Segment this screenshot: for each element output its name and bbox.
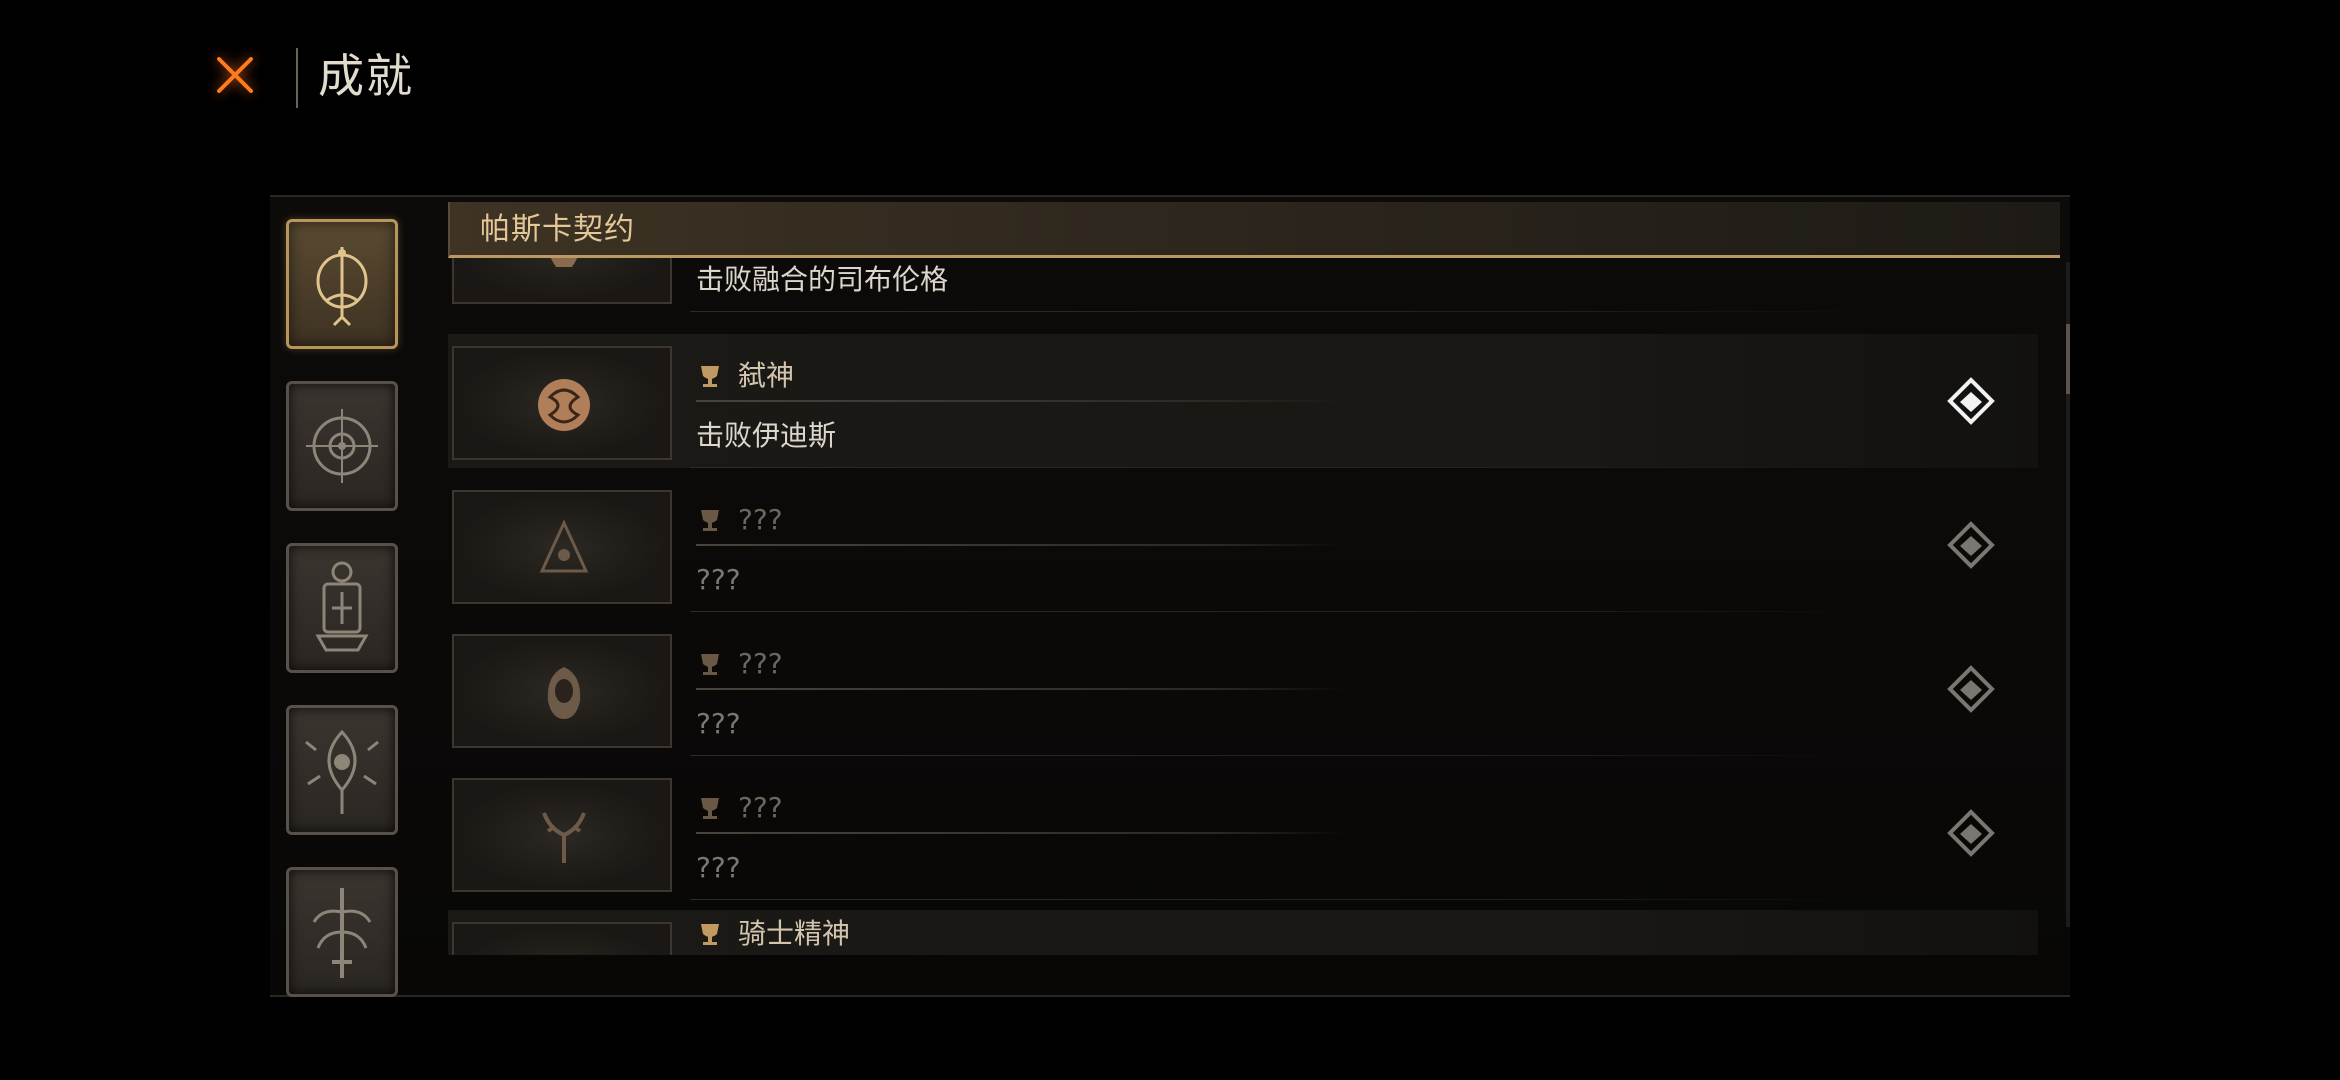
achievement-row[interactable]: ??? ???: [448, 478, 2038, 612]
category-sidebar: [280, 215, 410, 1005]
antler-icon: [542, 812, 586, 863]
trophy-icon: [701, 654, 719, 675]
knot-emblem-icon: [538, 379, 590, 431]
category-tab-1[interactable]: [286, 219, 398, 349]
achievement-thumbnail: [452, 634, 672, 748]
category-tab-2[interactable]: [286, 381, 398, 511]
achievement-thumbnail: [452, 778, 672, 892]
scrollbar-thumb[interactable]: [2066, 324, 2070, 394]
row-separator: [690, 899, 1878, 900]
hooded-figure-icon: [547, 667, 581, 719]
achievement-name: 弑神: [738, 359, 795, 392]
achievement-description: ???: [696, 707, 741, 740]
section-header: 帕斯卡契约: [448, 202, 2060, 258]
achievement-title: ???: [696, 642, 783, 686]
achievement-unlocked-icon: [1947, 377, 1995, 425]
title-underline: [696, 832, 1346, 834]
category-tab-4[interactable]: [286, 705, 398, 835]
achievement-title: ???: [696, 786, 783, 830]
category-tab-5[interactable]: [286, 867, 398, 997]
achievement-name: ???: [738, 503, 783, 536]
achievement-title: 骑士精神: [696, 912, 850, 955]
title-underline: [696, 400, 1346, 402]
lantern-icon: [315, 561, 369, 652]
trophy-icon: [701, 510, 719, 531]
achievement-list[interactable]: 击败融合的司布伦格 弑神 击败伊迪斯 ??? ??? ??? ??? ??? ?…: [448, 258, 2070, 955]
title-underline: [696, 688, 1346, 690]
knight-emblem-icon: [532, 949, 596, 955]
row-separator: [690, 467, 1878, 468]
section-title: 帕斯卡契约: [480, 212, 635, 247]
close-x-icon: [217, 57, 253, 93]
achievement-row[interactable]: 击败融合的司布伦格: [448, 258, 2038, 312]
achievement-name: ???: [738, 791, 783, 824]
achievement-title: ???: [696, 498, 783, 542]
achievement-row[interactable]: ??? ???: [448, 622, 2038, 756]
top-bar: 成就: [0, 0, 2340, 140]
category-tab-3[interactable]: [286, 543, 398, 673]
row-separator: [690, 611, 1878, 612]
trophy-icon: [701, 366, 719, 387]
sword-tree-icon: [312, 888, 372, 978]
achievement-description: ???: [696, 563, 741, 596]
row-separator: [690, 755, 1878, 756]
list-scrollbar[interactable]: [2066, 262, 2070, 927]
achievement-row[interactable]: 骑士精神: [448, 910, 2038, 955]
achievement-thumbnail: [452, 922, 672, 955]
achievement-row[interactable]: ??? ???: [448, 766, 2038, 900]
achievement-title: 弑神: [696, 354, 794, 398]
achievement-description: 击败伊迪斯: [696, 419, 837, 452]
crown-icon: [316, 247, 368, 327]
achievement-description: 击败融合的司布伦格: [696, 263, 949, 296]
close-button[interactable]: [205, 45, 265, 105]
achievement-row[interactable]: 弑神 击败伊迪斯: [448, 334, 2038, 468]
title-underline: [696, 544, 1346, 546]
achievement-thumbnail: [452, 258, 672, 304]
achievement-name: 骑士精神: [738, 917, 851, 950]
beast-emblem-icon: [550, 258, 578, 267]
thorn-eye-icon: [305, 729, 379, 814]
achievement-locked-icon: [1947, 665, 1995, 713]
page-title: 成就: [318, 49, 414, 103]
pyramid-eye-icon: [539, 519, 589, 573]
achievement-name: ???: [738, 647, 783, 680]
trophy-icon: [701, 924, 719, 945]
achievement-thumbnail: [452, 490, 672, 604]
achievement-locked-icon: [1947, 521, 1995, 569]
trophy-icon: [701, 798, 719, 819]
achievement-locked-icon: [1947, 809, 1995, 857]
row-separator: [690, 311, 1878, 312]
header-divider: [296, 48, 298, 108]
achievement-thumbnail: [452, 346, 672, 460]
achievement-description: ???: [696, 851, 741, 884]
eye-compass-icon: [306, 409, 378, 483]
